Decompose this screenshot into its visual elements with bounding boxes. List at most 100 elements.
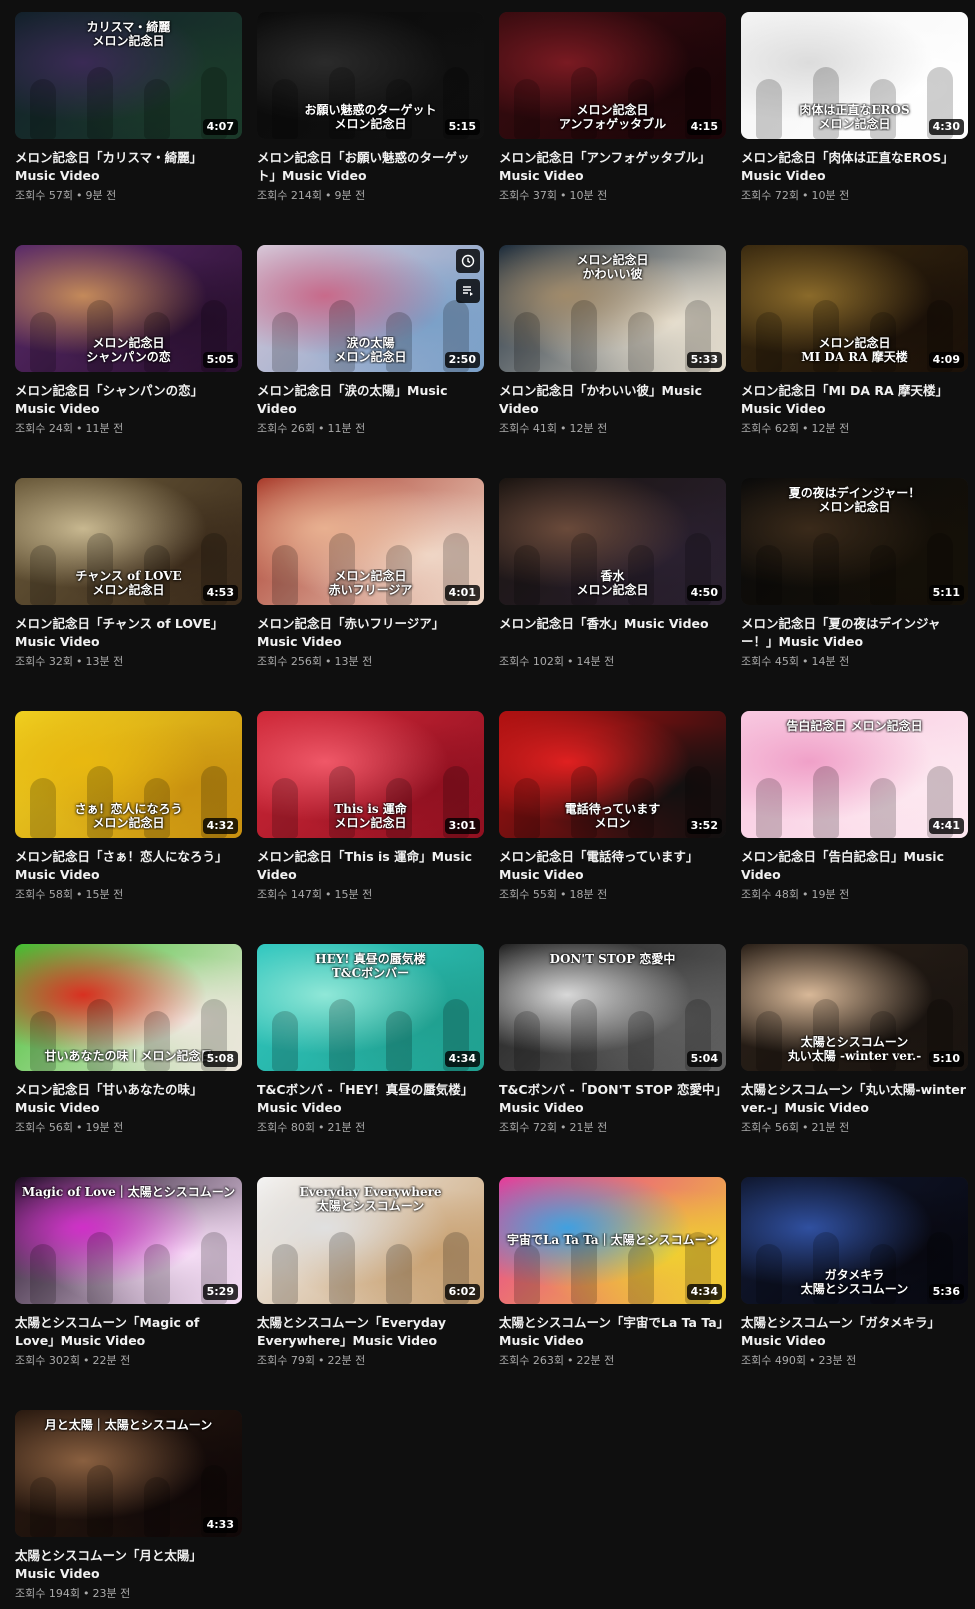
separator-dot: •	[75, 655, 83, 668]
video-card[interactable]: メロン記念日 アンフォゲッタブル 4:15 メロン記念日「アンフォゲッタブル」Mus…	[499, 12, 726, 204]
video-thumbnail[interactable]: HEY! 真昼の蜃気楼 T&Cボンバー 4:34	[257, 944, 484, 1071]
video-card[interactable]: DON'T STOP 恋愛中 5:04 T&Cボンバ -「DON'T STOP 恋愛…	[499, 944, 726, 1136]
video-card[interactable]: ガタメキラ 太陽とシスコムーン 5:36 太陽とシスコムーン「ガタメキラ」Music…	[741, 1177, 968, 1369]
video-thumbnail[interactable]: 月と太陽｜太陽とシスコムーン 4:33	[15, 1410, 242, 1537]
upload-age: 11분 전	[327, 422, 366, 435]
video-card[interactable]: チャンス of LOVE メロン記念日 4:53 メロン記念日「チャンス of LO…	[15, 478, 242, 670]
video-meta: メロン記念日「This is 運命」Music Video 조회수 147회 • 15…	[257, 838, 484, 903]
separator-dot: •	[801, 655, 809, 668]
video-title[interactable]: メロン記念日「香水」Music Video	[499, 615, 726, 651]
video-title[interactable]: 太陽とシスコムーン「宇宙でLa Ta Ta」Music Video	[499, 1314, 726, 1350]
video-thumbnail[interactable]: 電話待っています メロン 3:52	[499, 711, 726, 838]
video-thumbnail[interactable]: 肉体は正直なEROS メロン記念日 4:30	[741, 12, 968, 139]
video-title[interactable]: メロン記念日「肉体は正直なEROS」Music Video	[741, 149, 968, 185]
video-card[interactable]: HEY! 真昼の蜃気楼 T&Cボンバー 4:34 T&Cボンバ -「HEY！真昼の蜃…	[257, 944, 484, 1136]
video-card[interactable]: 甘いあなたの味｜メロン記念日 5:08 メロン記念日「甘いあなたの味」Music V…	[15, 944, 242, 1136]
video-meta: メロン記念日「MI DA RA 摩天楼」Music Video 조회수 62회 • 1…	[741, 372, 968, 437]
separator-dot: •	[801, 888, 809, 901]
video-title[interactable]: 太陽とシスコムーン「丸い太陽-winter ver.-」Music Video	[741, 1081, 968, 1117]
video-thumbnail[interactable]: さぁ！恋人になろう メロン記念日 4:32	[15, 711, 242, 838]
video-thumbnail[interactable]: 夏の夜はデインジャー！ メロン記念日 5:11	[741, 478, 968, 605]
video-thumbnail[interactable]: メロン記念日 アンフォゲッタブル 4:15	[499, 12, 726, 139]
video-thumbnail[interactable]: 宇宙でLa Ta Ta｜太陽とシスコムーン 4:34	[499, 1177, 726, 1304]
video-card[interactable]: 肉体は正直なEROS メロン記念日 4:30 メロン記念日「肉体は正直なEROS」M…	[741, 12, 968, 204]
video-thumbnail[interactable]: 太陽とシスコムーン 丸い太陽 -winter ver.- 5:10	[741, 944, 968, 1071]
video-card[interactable]: Magic of Love｜太陽とシスコムーン 5:29 太陽とシスコムーン「Mag…	[15, 1177, 242, 1369]
video-card[interactable]: 涙の太陽 メロン記念日 2:50 メロン記念日「涙の太陽」Music Video 조회…	[257, 245, 484, 437]
video-title[interactable]: メロン記念日「チャンス of LOVE」Music Video	[15, 615, 242, 651]
video-meta: メロン記念日「シャンパンの恋」Music Video 조회수 24회 • 11분 전	[15, 372, 242, 437]
video-title[interactable]: メロン記念日「告白記念日」Music Video	[741, 848, 968, 884]
video-card[interactable]: カリスマ・綺麗 メロン記念日 4:07 メロン記念日「カリスマ・綺麗」Music V…	[15, 12, 242, 204]
video-title[interactable]: メロン記念日「アンフォゲッタブル」Music Video	[499, 149, 726, 185]
video-thumbnail[interactable]: 甘いあなたの味｜メロン記念日 5:08	[15, 944, 242, 1071]
video-meta: メロン記念日「アンフォゲッタブル」Music Video 조회수 37회 • 10분 …	[499, 139, 726, 204]
video-meta: メロン記念日「甘いあなたの味」Music Video 조회수 56회 • 19분 전	[15, 1071, 242, 1136]
video-card[interactable]: メロン記念日 MI DA RA 摩天楼 4:09 メロン記念日「MI DA RA 摩…	[741, 245, 968, 437]
video-title[interactable]: T&Cボンバ -「HEY！真昼の蜃気楼」Music Video	[257, 1081, 484, 1117]
video-title[interactable]: メロン記念日「お願い魅惑のターゲット」Music Video	[257, 149, 484, 185]
queue-icon[interactable]	[456, 279, 480, 303]
video-card[interactable]: 電話待っています メロン 3:52 メロン記念日「電話待っています」Music Vi…	[499, 711, 726, 903]
video-title[interactable]: 太陽とシスコムーン「Magic of Love」Music Video	[15, 1314, 242, 1350]
video-card[interactable]: メロン記念日 赤いフリージア 4:01 メロン記念日「赤いフリージア」Music V…	[257, 478, 484, 670]
video-card[interactable]: 告白記念日 メロン記念日 4:41 メロン記念日「告白記念日」Music Video…	[741, 711, 968, 903]
video-thumbnail[interactable]: ガタメキラ 太陽とシスコムーン 5:36	[741, 1177, 968, 1304]
upload-age: 15분 전	[85, 888, 124, 901]
video-thumbnail[interactable]: DON'T STOP 恋愛中 5:04	[499, 944, 726, 1071]
separator-dot: •	[75, 1121, 83, 1134]
video-thumbnail[interactable]: お願い魅惑のターゲット メロン記念日 5:15	[257, 12, 484, 139]
thumbnail-caption: HEY! 真昼の蜃気楼 T&Cボンバー	[315, 952, 426, 980]
video-meta: 太陽とシスコムーン「Magic of Love」Music Video 조회수 3…	[15, 1304, 242, 1369]
video-title[interactable]: 太陽とシスコムーン「Everyday Everywhere」Music Vide…	[257, 1314, 484, 1350]
video-title[interactable]: メロン記念日「甘いあなたの味」Music Video	[15, 1081, 242, 1117]
video-stats: 조회수 55회 • 18분 전	[499, 887, 726, 903]
video-thumbnail[interactable]: This is 運命 メロン記念日 3:01	[257, 711, 484, 838]
video-title[interactable]: メロン記念日「シャンパンの恋」Music Video	[15, 382, 242, 418]
video-card[interactable]: This is 運命 メロン記念日 3:01 メロン記念日「This is 運命」M…	[257, 711, 484, 903]
video-thumbnail[interactable]: Everyday Everywhere 太陽とシスコムーン 6:02	[257, 1177, 484, 1304]
video-title[interactable]: メロン記念日「MI DA RA 摩天楼」Music Video	[741, 382, 968, 418]
duration-badge: 3:01	[444, 818, 480, 834]
video-thumbnail[interactable]: メロン記念日 かわいい彼 5:33	[499, 245, 726, 372]
video-title[interactable]: メロン記念日「赤いフリージア」Music Video	[257, 615, 484, 651]
clock-icon[interactable]	[456, 249, 480, 273]
video-meta: メロン記念日「涙の太陽」Music Video 조회수 26회 • 11분 전	[257, 372, 484, 437]
upload-age: 21분 전	[327, 1121, 366, 1134]
video-card[interactable]: 月と太陽｜太陽とシスコムーン 4:33 太陽とシスコムーン「月と太陽」Music V…	[15, 1410, 242, 1602]
video-title[interactable]: メロン記念日「カリスマ・綺麗」Music Video	[15, 149, 242, 185]
video-thumbnail[interactable]: カリスマ・綺麗 メロン記念日 4:07	[15, 12, 242, 139]
video-thumbnail[interactable]: チャンス of LOVE メロン記念日 4:53	[15, 478, 242, 605]
video-title[interactable]: メロン記念日「This is 運命」Music Video	[257, 848, 484, 884]
duration-badge: 5:05	[202, 352, 238, 368]
duration-badge: 4:34	[686, 1284, 722, 1300]
video-card[interactable]: 太陽とシスコムーン 丸い太陽 -winter ver.- 5:10 太陽とシスコムー…	[741, 944, 968, 1136]
video-card[interactable]: 夏の夜はデインジャー！ メロン記念日 5:11 メロン記念日「夏の夜はデインジャー！…	[741, 478, 968, 670]
video-title[interactable]: T&Cボンバ -「DON'T STOP 恋愛中」Music Video	[499, 1081, 726, 1117]
video-title[interactable]: 太陽とシスコムーン「ガタメキラ」Music Video	[741, 1314, 968, 1350]
video-card[interactable]: Everyday Everywhere 太陽とシスコムーン 6:02 太陽とシスコム…	[257, 1177, 484, 1369]
video-thumbnail[interactable]: 告白記念日 メロン記念日 4:41	[741, 711, 968, 838]
video-thumbnail[interactable]: Magic of Love｜太陽とシスコムーン 5:29	[15, 1177, 242, 1304]
video-thumbnail[interactable]: 香水 メロン記念日 4:50	[499, 478, 726, 605]
video-card[interactable]: お願い魅惑のターゲット メロン記念日 5:15 メロン記念日「お願い魅惑のターゲット…	[257, 12, 484, 204]
upload-age: 19분 전	[85, 1121, 124, 1134]
video-title[interactable]: メロン記念日「かわいい彼」Music Video	[499, 382, 726, 418]
video-thumbnail[interactable]: メロン記念日 シャンパンの恋 5:05	[15, 245, 242, 372]
video-card[interactable]: さぁ！恋人になろう メロン記念日 4:32 メロン記念日「さぁ！恋人になろう」Mus…	[15, 711, 242, 903]
video-thumbnail[interactable]: メロン記念日 赤いフリージア 4:01	[257, 478, 484, 605]
video-meta: 太陽とシスコムーン「ガタメキラ」Music Video 조회수 490회 • 23분 …	[741, 1304, 968, 1369]
video-title[interactable]: 太陽とシスコムーン「月と太陽」Music Video	[15, 1547, 242, 1583]
video-title[interactable]: メロン記念日「夏の夜はデインジャー！」Music Video	[741, 615, 968, 651]
video-card[interactable]: メロン記念日 シャンパンの恋 5:05 メロン記念日「シャンパンの恋」Music V…	[15, 245, 242, 437]
separator-dot: •	[75, 189, 83, 202]
video-card[interactable]: 宇宙でLa Ta Ta｜太陽とシスコムーン 4:34 太陽とシスコムーン「宇宙でLa…	[499, 1177, 726, 1369]
video-card[interactable]: 香水 メロン記念日 4:50 メロン記念日「香水」Music Video 조회수 10…	[499, 478, 726, 670]
video-thumbnail[interactable]: 涙の太陽 メロン記念日 2:50	[257, 245, 484, 372]
video-title[interactable]: メロン記念日「電話待っています」Music Video	[499, 848, 726, 884]
video-title[interactable]: メロン記念日「涙の太陽」Music Video	[257, 382, 484, 418]
video-thumbnail[interactable]: メロン記念日 MI DA RA 摩天楼 4:09	[741, 245, 968, 372]
video-card[interactable]: メロン記念日 かわいい彼 5:33 メロン記念日「かわいい彼」Music Video…	[499, 245, 726, 437]
thumbnail-caption: 宇宙でLa Ta Ta｜太陽とシスコムーン	[506, 1233, 719, 1247]
video-title[interactable]: メロン記念日「さぁ！恋人になろう」Music Video	[15, 848, 242, 884]
